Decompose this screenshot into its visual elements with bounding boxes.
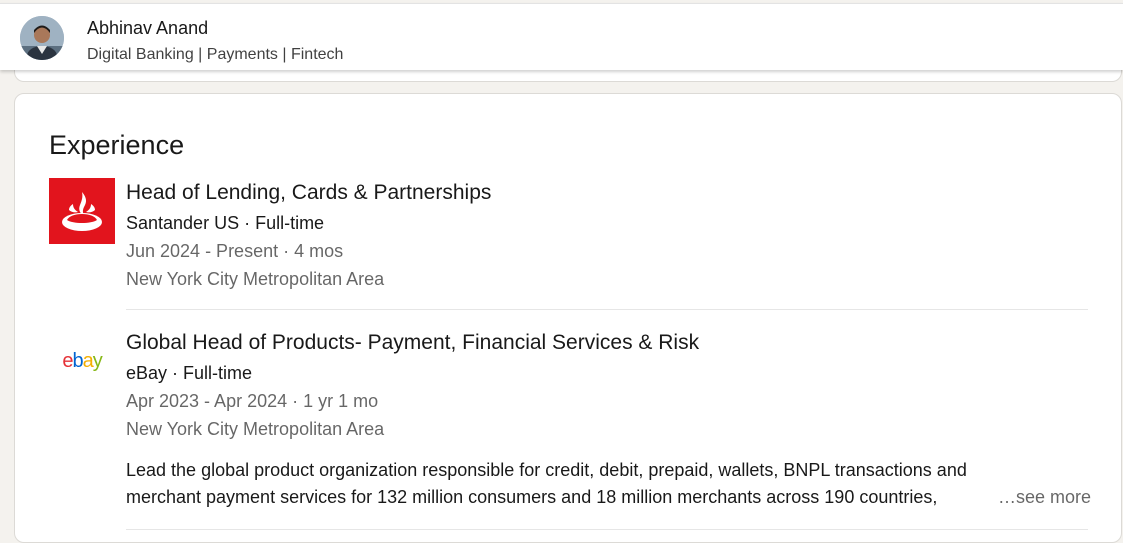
date-range: Apr 2023 - Apr 2024 · 1 yr 1 mo — [126, 391, 379, 411]
ebay-logo-icon[interactable]: ebay — [49, 328, 115, 394]
location: New York City Metropolitan Area — [126, 269, 385, 289]
santander-logo-icon[interactable] — [49, 178, 115, 244]
logo-letter: e — [62, 349, 73, 372]
profile-headline: Digital Banking | Payments | Fintech — [87, 46, 344, 63]
see-more-button[interactable]: …see more — [998, 484, 1091, 511]
entry-divider — [126, 309, 1088, 310]
entry-divider — [126, 529, 1088, 530]
profile-sticky-header: Abhinav Anand Digital Banking | Payments… — [0, 3, 1123, 70]
company-employment-type: Santander US · Full-time — [126, 213, 325, 233]
job-description: Lead the global product organization res… — [126, 457, 1091, 511]
entry-details: Global Head of Products- Payment, Financ… — [126, 328, 1091, 511]
entry-details: Head of Lending, Cards & Partnerships Sa… — [126, 178, 1091, 293]
avatar[interactable] — [20, 16, 64, 60]
logo-letter: b — [72, 349, 83, 372]
job-title: Global Head of Products- Payment, Financ… — [126, 331, 700, 354]
section-title: Experience — [49, 130, 185, 160]
logo-letter: y — [92, 349, 103, 372]
description-line: Lead the global product organization res… — [126, 460, 967, 480]
logo-letter: a — [82, 349, 94, 372]
description-line: merchant payment services for 132 millio… — [126, 484, 1091, 511]
date-range: Jun 2024 - Present · 4 mos — [126, 241, 344, 261]
experience-section: Experience Head of Lending, Cards & Part… — [14, 93, 1122, 543]
location: New York City Metropolitan Area — [126, 419, 385, 439]
profile-name: Abhinav Anand — [87, 18, 209, 38]
company-employment-type: eBay · Full-time — [126, 363, 253, 383]
job-title: Head of Lending, Cards & Partnerships — [126, 181, 492, 204]
description-text: merchant payment services for 132 millio… — [126, 487, 938, 507]
